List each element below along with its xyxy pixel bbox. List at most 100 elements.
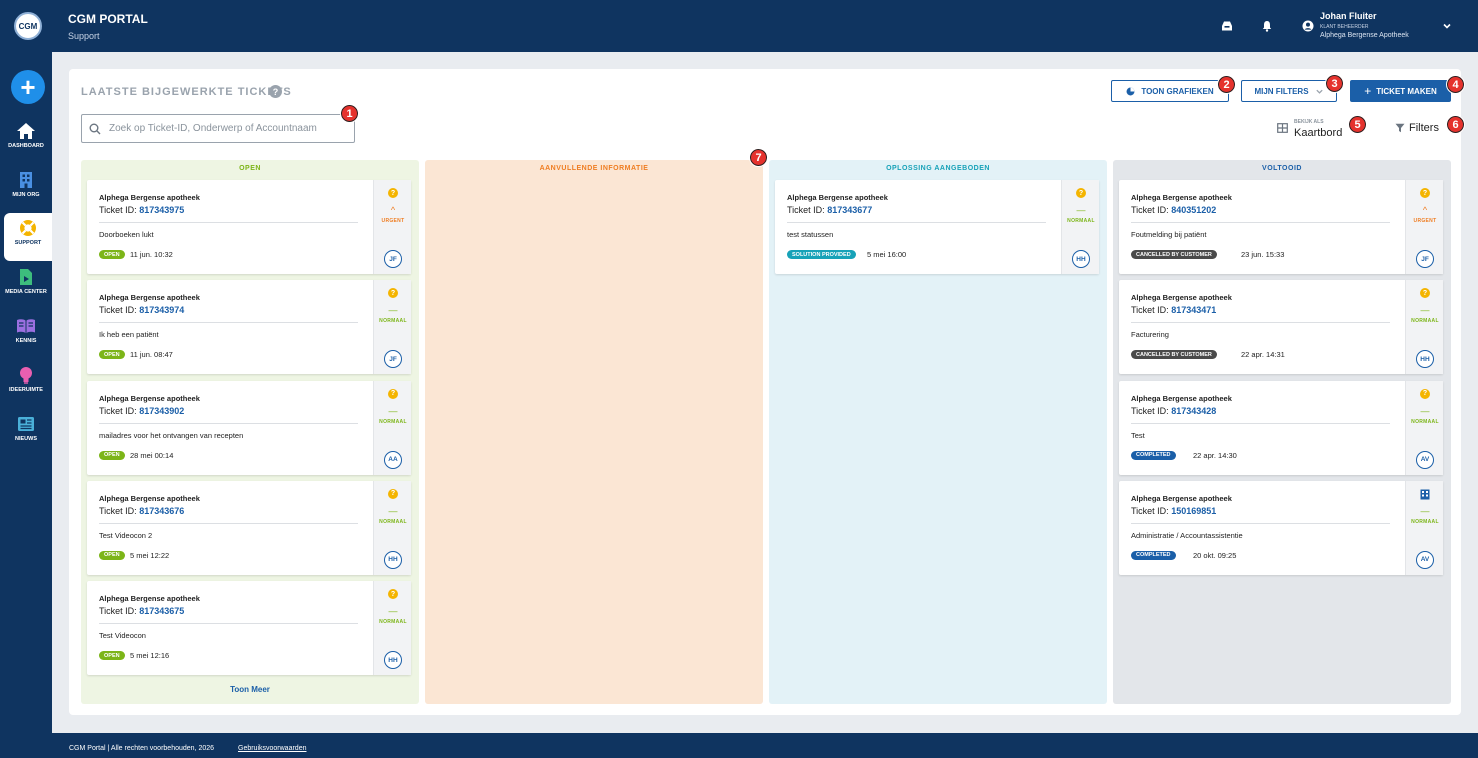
footer-copyright: CGM Portal | Alle rechten voorbehouden, … — [69, 745, 215, 752]
ticket-card[interactable]: Alphega Bergense apotheek Ticket ID: 8173… — [87, 380, 411, 475]
ticket-id-link[interactable]: 817343677 — [827, 205, 872, 215]
marker-badge-6: 6 — [1446, 115, 1465, 134]
ticket-subject: Foutmelding bij patiënt — [1131, 230, 1207, 239]
ticket-id-link[interactable]: 817343975 — [139, 205, 184, 215]
filters-button[interactable]: Filters — [1395, 122, 1439, 134]
plus-icon: + — [1364, 84, 1372, 98]
ticket-card[interactable]: Alphega Bergense apotheek Ticket ID: 8173… — [1119, 280, 1443, 375]
ticket-id-link[interactable]: 817343471 — [1171, 305, 1216, 315]
show-more-link[interactable]: Toon Meer — [81, 685, 419, 694]
ticket-card[interactable]: Alphega Bergense apotheek Ticket ID: 8173… — [87, 581, 411, 676]
ticket-id-link[interactable]: 817343676 — [139, 506, 184, 516]
card-divider — [99, 623, 358, 625]
assignee-avatar[interactable]: HH — [1416, 350, 1434, 369]
assignee-avatar[interactable]: HH — [384, 550, 402, 569]
ticket-date: 11 jun. 08:47 — [130, 350, 173, 360]
assignee-avatar[interactable]: HH — [384, 651, 402, 670]
user-name[interactable]: Johan Fluiter — [1320, 11, 1377, 21]
sidebar-item-kennis[interactable]: KENNIS — [0, 311, 52, 359]
ticket-organization: Alphega Bergense apotheek — [1131, 493, 1232, 503]
priority-icon: ^ — [1422, 205, 1428, 215]
my-filters-button[interactable]: MIJN FILTERS — [1241, 80, 1337, 102]
ticket-card[interactable]: Alphega Bergense apotheek Ticket ID: 8403… — [1119, 180, 1443, 274]
sidebar-item-ideeruimte[interactable]: IDEERUIMTE — [0, 360, 52, 408]
ticket-id-link[interactable]: 817343902 — [139, 406, 184, 416]
priority-label: NORMAAL — [379, 619, 407, 626]
ticket-id-link[interactable]: 840351202 — [1171, 205, 1216, 215]
chevron-down-icon[interactable] — [1442, 21, 1452, 31]
sidebar-item-mijn-org[interactable]: MIJN ORG — [0, 165, 52, 213]
user-circle-icon[interactable] — [1302, 20, 1314, 32]
ticket-id-label: Ticket ID: — [1131, 405, 1169, 416]
ticket-card[interactable]: Alphega Bergense apotheek Ticket ID: 1501… — [1119, 480, 1443, 575]
board-view-icon[interactable] — [1277, 123, 1288, 133]
assignee-avatar[interactable]: JF — [384, 350, 402, 369]
top-bar: CGM CGM PORTAL Support Johan Fluiter KLA… — [0, 0, 1478, 52]
ticket-card[interactable]: Alphega Bergense apotheek Ticket ID: 8173… — [775, 180, 1099, 274]
ticket-id-link[interactable]: 817343974 — [139, 305, 184, 315]
add-button[interactable]: + — [11, 70, 45, 104]
card-divider — [99, 222, 358, 223]
chevron-down-icon — [1315, 89, 1323, 94]
priority-label: NORMAAL — [379, 318, 407, 325]
ticket-id-label: Ticket ID: — [99, 305, 137, 316]
ticket-id-label: Ticket ID: — [1131, 205, 1169, 215]
question-icon: ? — [1076, 188, 1086, 198]
sidebar-item-label: MIJN ORG — [12, 192, 40, 198]
sidebar-item-support[interactable]: SUPPORT — [4, 213, 52, 261]
card-divider — [99, 322, 358, 324]
question-icon: ? — [388, 488, 398, 499]
help-icon[interactable]: ? — [269, 85, 282, 98]
newspaper-icon — [18, 417, 34, 431]
assignee-avatar[interactable]: JF — [1416, 250, 1434, 268]
ticket-id-line: Ticket ID: 840351202 — [1131, 205, 1216, 215]
inbox-icon[interactable] — [1221, 20, 1233, 32]
show-charts-button[interactable]: TOON GRAFIEKEN — [1111, 80, 1229, 102]
terms-link[interactable]: Gebruiksvoorwaarden — [238, 745, 306, 752]
card-side-panel: ? — NORMAAL JF — [373, 280, 411, 375]
ticket-card[interactable]: Alphega Bergense apotheek Ticket ID: 8173… — [87, 180, 411, 274]
column-title: VOLTOOID — [1262, 165, 1302, 172]
ticket-id-link[interactable]: 150169851 — [1171, 506, 1216, 516]
assignee-avatar[interactable]: JF — [384, 250, 402, 268]
ticket-id-line: Ticket ID: 817343676 — [99, 506, 184, 516]
search-input[interactable] — [109, 123, 349, 134]
new-ticket-button[interactable]: + TICKET MAKEN — [1350, 80, 1451, 102]
card-side-panel: ? — NORMAAL HH — [373, 480, 411, 575]
assignee-avatar[interactable]: HH — [1072, 250, 1090, 268]
priority-icon: — — [1076, 205, 1086, 215]
ticket-id-link[interactable]: 817343675 — [139, 606, 184, 616]
home-icon — [17, 123, 35, 139]
search-box[interactable] — [81, 114, 355, 143]
cgm-logo[interactable]: CGM — [14, 12, 42, 40]
status-badge: OPEN — [99, 350, 125, 360]
column-title: OPLOSSING AANGEBODEN — [886, 165, 990, 172]
priority-icon: ^ — [390, 205, 396, 215]
card-divider — [1131, 422, 1390, 424]
user-organization: Alphega Bergense Apotheek — [1320, 32, 1409, 39]
ticket-card[interactable]: Alphega Bergense apotheek Ticket ID: 8173… — [1119, 380, 1443, 475]
assignee-avatar[interactable]: AA — [384, 450, 402, 469]
sidebar-item-media-center[interactable]: MEDIA CENTER — [0, 262, 52, 310]
status-badge: COMPLETED — [1131, 550, 1176, 560]
filter-icon — [1395, 123, 1405, 133]
priority-icon: — — [1420, 305, 1430, 316]
ticket-subject: Administratie / Accountassistentie — [1131, 530, 1243, 540]
card-divider — [1131, 322, 1390, 324]
ticket-card[interactable]: Alphega Bergense apotheek Ticket ID: 8173… — [87, 480, 411, 575]
ticket-card[interactable]: Alphega Bergense apotheek Ticket ID: 8173… — [87, 280, 411, 375]
marker-badge-1: 1 — [340, 104, 359, 123]
new-ticket-label: TICKET MAKEN — [1376, 86, 1437, 96]
status-badge: OPEN — [99, 450, 125, 460]
assignee-avatar[interactable]: AV — [1416, 450, 1434, 469]
priority-icon: — — [388, 305, 398, 316]
ticket-subject: Test — [1131, 430, 1145, 440]
sidebar-item-dashboard[interactable]: DASHBOARD — [0, 116, 52, 164]
bell-icon[interactable] — [1261, 20, 1273, 32]
ticket-id-label: Ticket ID: — [99, 405, 137, 416]
view-as-select[interactable]: Kaartbord — [1294, 127, 1342, 139]
assignee-avatar[interactable]: AV — [1416, 550, 1434, 569]
sidebar-item-nieuws[interactable]: NIEUWS — [0, 409, 52, 457]
ticket-id-line: Ticket ID: 817343902 — [99, 406, 184, 416]
ticket-id-link[interactable]: 817343428 — [1171, 406, 1216, 416]
